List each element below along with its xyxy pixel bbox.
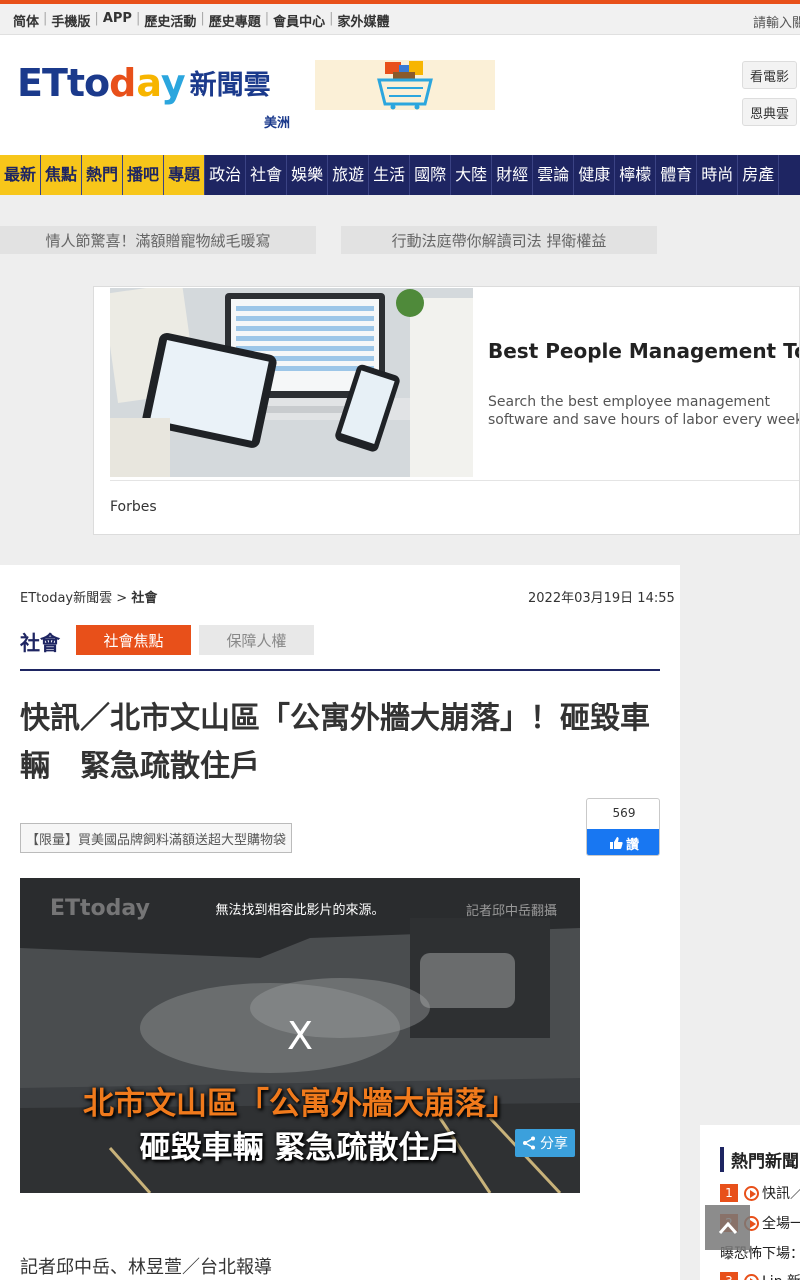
play-icon <box>744 1273 759 1280</box>
search-input[interactable]: 請輸入關 <box>753 12 800 31</box>
promo-valentines[interactable]: 情人節驚喜！滿額贈寵物絨毛暖寫 <box>0 226 316 254</box>
nav-lemon[interactable]: 檸檬 <box>615 155 657 195</box>
nav-china[interactable]: 大陸 <box>451 155 493 195</box>
link-member-center[interactable]: 會員中心 <box>273 11 325 30</box>
hot-news-text: 全場一 <box>762 1216 800 1232</box>
nav-international[interactable]: 國際 <box>410 155 452 195</box>
arrow-up-icon <box>718 1221 737 1234</box>
ad-source[interactable]: Forbes <box>110 499 157 515</box>
shopping-basket-icon <box>377 61 433 110</box>
nav-politics[interactable]: 政治 <box>205 155 247 195</box>
nav-finance[interactable]: 財經 <box>492 155 534 195</box>
like-button[interactable]: 讚 <box>587 829 659 855</box>
hot-news-item[interactable]: 1 快訊／ <box>720 1183 800 1203</box>
breadcrumb-separator: > <box>116 591 128 606</box>
logo-day-d: d <box>109 61 137 105</box>
article-panel: ETtoday新聞雲 > 社會 2022年03月19日 14:55 社會 社會焦… <box>0 565 680 1280</box>
link-app[interactable]: APP <box>103 11 132 30</box>
hot-news-item[interactable]: 3 Lin 新 <box>720 1271 800 1280</box>
hot-news-title: 熱門新聞 <box>720 1147 799 1172</box>
sponsored-ad[interactable]: Best People Management Tools Search the … <box>93 286 800 535</box>
nav-health[interactable]: 健康 <box>574 155 616 195</box>
link-history-topics[interactable]: 歷史專題 <box>209 11 261 30</box>
nav-entertainment[interactable]: 娛樂 <box>287 155 329 195</box>
ad-description: Search the best employee management soft… <box>488 394 800 428</box>
nav-society[interactable]: 社會 <box>246 155 288 195</box>
section-title[interactable]: 社會 <box>20 627 60 656</box>
movie-button[interactable]: 看電影 <box>742 61 797 89</box>
video-credit: 記者邱中岳翻攝 <box>466 904 558 919</box>
nav-latest[interactable]: 最新 <box>0 155 42 195</box>
rank-badge: 1 <box>720 1184 738 1202</box>
breadcrumb-section[interactable]: 社會 <box>131 591 157 606</box>
site-logo[interactable]: ETto day 新聞雲 <box>17 63 271 103</box>
logo-day-a: a <box>136 61 161 105</box>
like-count: 569 <box>612 806 636 820</box>
link-history-events[interactable]: 歷史活動 <box>144 11 196 30</box>
utility-links: 简体 | 手機版 | APP | 歷史活動 | 歷史專題 | 會員中心 | 家外媒體 <box>13 11 390 30</box>
share-label: 分享 <box>540 1136 568 1152</box>
region-label[interactable]: 美洲 <box>264 112 290 131</box>
section-divider <box>20 669 660 671</box>
limited-offer-link[interactable]: 【限量】買美國品牌飼料滿額送超大型購物袋 <box>20 823 292 853</box>
nav-sports[interactable]: 體育 <box>656 155 698 195</box>
breadcrumb: ETtoday新聞雲 > 社會 <box>20 587 157 606</box>
play-icon <box>744 1185 759 1201</box>
thumbs-up-icon <box>609 837 623 849</box>
share-button[interactable]: 分享 <box>515 1129 575 1157</box>
tag-human-rights[interactable]: 保障人權 <box>199 625 314 655</box>
link-outdoor-media[interactable]: 家外媒體 <box>338 11 390 30</box>
link-mobile[interactable]: 手機版 <box>51 11 90 30</box>
logo-cn-text: 新聞雲 <box>189 70 271 101</box>
main-nav: 最新 焦點 熱門 播吧 專題 政治 社會 娛樂 旅遊 生活 國際 大陸 財經 雲… <box>0 155 800 195</box>
hot-news-text: Lin 新 <box>762 1271 800 1280</box>
link-simplified[interactable]: 简体 <box>13 11 39 30</box>
nav-topics[interactable]: 專題 <box>164 155 206 195</box>
ad-title[interactable]: Best People Management Tools <box>488 339 799 363</box>
ad-divider <box>110 480 799 481</box>
promo-court[interactable]: 行動法庭帶你解讀司法 捍衛權益 <box>341 226 657 254</box>
nav-hot[interactable]: 熱門 <box>82 155 124 195</box>
video-caption-line2: 砸毀車輛 緊急疏散住戶 <box>139 1130 461 1166</box>
top-utility-bar: 简体 | 手機版 | APP | 歷史活動 | 歷史專題 | 會員中心 | 家外媒體 請輸入… <box>0 4 800 35</box>
nav-bo8[interactable]: 播吧 <box>123 155 165 195</box>
header-banner-ad[interactable] <box>315 60 495 110</box>
logo-day-y: y <box>160 61 186 105</box>
ad-photo-illustration <box>110 288 473 477</box>
hot-news-panel: 熱門新聞 1 快訊／ 2 全場一 曝恐怖下場： 3 Lin 新 <box>700 1125 800 1280</box>
ad-image <box>110 288 473 477</box>
nav-opinion[interactable]: 雲論 <box>533 155 575 195</box>
logo-et-text: ETto <box>17 61 110 105</box>
nav-fashion[interactable]: 時尚 <box>697 155 739 195</box>
close-icon[interactable]: X <box>20 1014 580 1058</box>
tag-society-focus[interactable]: 社會焦點 <box>76 625 191 655</box>
rank-badge: 3 <box>720 1272 738 1280</box>
share-icon <box>523 1136 535 1150</box>
publish-date: 2022年03月19日 14:55 <box>528 591 675 606</box>
back-to-top-button[interactable] <box>705 1205 750 1250</box>
hot-news-text: 快訊／ <box>762 1186 800 1202</box>
video-caption-line1: 北市文山區「公寓外牆大崩落」 <box>83 1086 517 1122</box>
nav-focus[interactable]: 焦點 <box>41 155 83 195</box>
article-headline: 快訊／北市文山區「公寓外牆大崩落」！砸毀車輛 緊急疏散住戶 <box>20 701 650 784</box>
nav-life[interactable]: 生活 <box>369 155 411 195</box>
logo-day-text: day <box>109 63 185 103</box>
breadcrumb-home[interactable]: ETtoday新聞雲 <box>20 591 112 606</box>
site-header: ETto day 新聞雲 美洲 看電影 恩典雲 <box>0 35 800 155</box>
like-label: 讚 <box>625 837 639 853</box>
video-player[interactable]: ETtoday 無法找到相容此影片的來源。 記者邱中岳翻攝 X 北市文山區「公寓… <box>20 878 580 1193</box>
nav-travel[interactable]: 旅遊 <box>328 155 370 195</box>
facebook-like-widget[interactable]: 569 讚 <box>586 798 660 856</box>
nav-property[interactable]: 房產 <box>738 155 780 195</box>
article-byline: 記者邱中岳、林昱萱／台北報導 <box>20 1257 272 1278</box>
grace-cloud-button[interactable]: 恩典雲 <box>742 98 797 126</box>
